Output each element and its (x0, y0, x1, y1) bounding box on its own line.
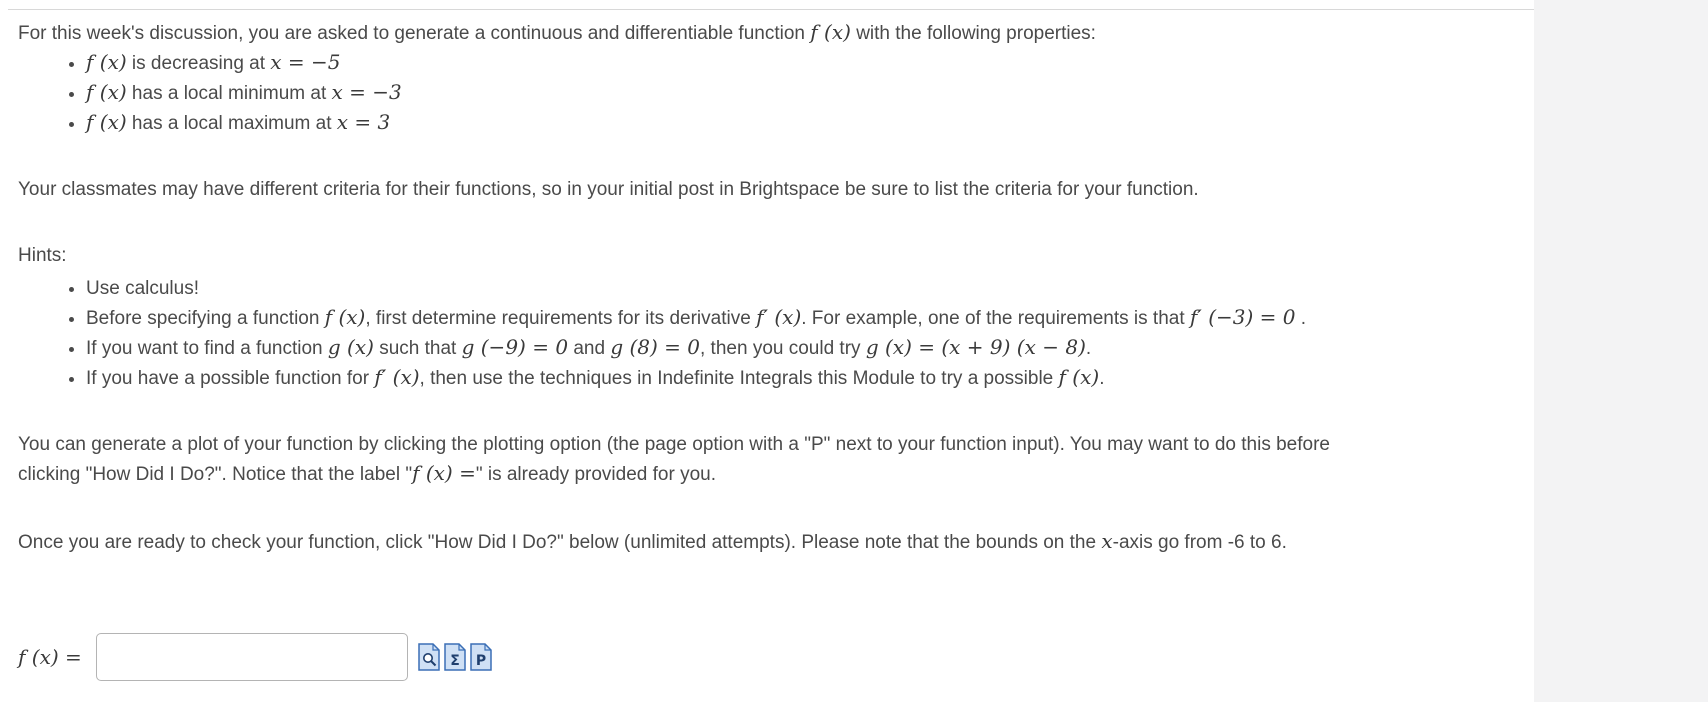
right-gutter (1534, 0, 1708, 702)
intro-text: For this week's discussion, you are aske… (18, 20, 1096, 44)
answer-tools: Σ P (418, 643, 492, 671)
property-item: f (x) has a local minimum at x = −3 (86, 78, 1518, 108)
equation-editor-icon[interactable]: Σ (444, 643, 466, 671)
preview-icon[interactable] (418, 643, 440, 671)
plot-instructions: You can generate a plot of your function… (18, 434, 1330, 485)
properties-list: f (x) is decreasing at x = −5 f (x) has … (18, 48, 1518, 138)
plot-icon[interactable]: P (470, 643, 492, 671)
classmates-note: Your classmates may have different crite… (18, 179, 1199, 200)
property-item: f (x) is decreasing at x = −5 (86, 48, 1518, 78)
equation-editor-glyph: Σ (450, 653, 460, 669)
plot-glyph: P (476, 653, 486, 669)
property-item: f (x) has a local maximum at x = 3 (86, 108, 1518, 138)
check-instructions: Once you are ready to check your functio… (18, 529, 1287, 553)
hint-item: If you have a possible function for f′ (… (86, 363, 1518, 393)
hint-item: If you want to find a function g (x) suc… (86, 333, 1518, 363)
answer-row: f (x) = Σ P (18, 631, 492, 683)
question-content: For this week's discussion, you are aske… (18, 18, 1518, 557)
hints-heading: Hints: (18, 245, 67, 266)
answer-label: f (x) = (18, 645, 82, 669)
hint-item: Before specifying a function f (x), firs… (86, 303, 1518, 333)
top-divider (8, 9, 1534, 10)
function-answer-input[interactable] (95, 633, 408, 681)
hint-item: Use calculus! (86, 274, 1518, 303)
hints-list: Use calculus! Before specifying a functi… (18, 274, 1518, 393)
